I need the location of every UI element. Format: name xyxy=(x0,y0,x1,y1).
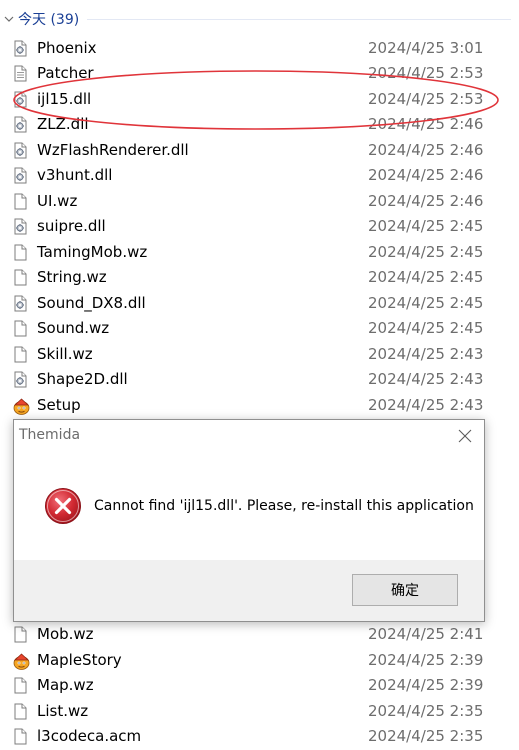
file-date: 2024/4/25 2:46 xyxy=(368,115,484,133)
list-item[interactable]: Patcher 2024/4/25 2:53 xyxy=(0,61,519,86)
blank-file-icon xyxy=(12,269,29,286)
file-date: 2024/4/25 2:43 xyxy=(368,396,484,414)
file-name: l3codeca.acm xyxy=(37,727,142,745)
list-item[interactable]: Skill.wz 2024/4/25 2:43 xyxy=(0,342,519,367)
file-date: 2024/4/25 3:01 xyxy=(368,39,484,57)
file-name: Phoenix xyxy=(37,39,97,57)
file-name: suipre.dll xyxy=(37,217,106,235)
file-date: 2024/4/25 2:35 xyxy=(368,727,484,745)
ok-button[interactable]: 确定 xyxy=(352,574,458,606)
file-name: TamingMob.wz xyxy=(37,243,148,261)
list-item[interactable]: Mob.wz 2024/4/25 2:41 xyxy=(0,622,519,647)
dialog-footer: 确定 xyxy=(14,560,484,621)
group-title: 今天 (39) xyxy=(18,12,80,28)
list-item[interactable]: TamingMob.wz 2024/4/25 2:45 xyxy=(0,240,519,265)
file-date: 2024/4/25 2:39 xyxy=(368,676,484,694)
file-name: UI.wz xyxy=(37,192,78,210)
file-date: 2024/4/25 2:35 xyxy=(368,702,484,720)
blank-file-icon xyxy=(12,677,29,694)
dll-file-icon xyxy=(12,295,29,312)
chevron-down-icon[interactable] xyxy=(4,14,14,24)
file-date: 2024/4/25 2:43 xyxy=(368,345,484,363)
file-name: Sound_DX8.dll xyxy=(37,294,146,312)
maplestory-app-icon xyxy=(12,397,30,415)
file-name: String.wz xyxy=(37,268,107,286)
blank-file-icon xyxy=(12,626,29,643)
maplestory-app-icon xyxy=(12,652,30,670)
list-item[interactable]: v3hunt.dll 2024/4/25 2:46 xyxy=(0,163,519,188)
blank-file-icon xyxy=(12,244,29,261)
list-item[interactable]: MapleStory 2024/4/25 2:39 xyxy=(0,648,519,673)
error-dialog: Themida Cannot find 'ijl15.dll'. Please,… xyxy=(13,419,485,622)
file-name: Patcher xyxy=(37,64,94,82)
file-name: ZLZ.dll xyxy=(37,115,89,133)
list-item[interactable]: String.wz 2024/4/25 2:45 xyxy=(0,265,519,290)
list-item[interactable]: UI.wz 2024/4/25 2:46 xyxy=(0,189,519,214)
file-name: ijl15.dll xyxy=(37,90,92,108)
dll-file-icon xyxy=(12,91,29,108)
list-item[interactable]: Map.wz 2024/4/25 2:39 xyxy=(0,673,519,698)
dll-file-icon xyxy=(12,142,29,159)
file-date: 2024/4/25 2:53 xyxy=(368,64,484,82)
list-item[interactable]: ZLZ.dll 2024/4/25 2:46 xyxy=(0,112,519,137)
list-item[interactable]: List.wz 2024/4/25 2:35 xyxy=(0,699,519,724)
file-name: Mob.wz xyxy=(37,625,94,643)
blank-file-icon xyxy=(12,320,29,337)
dll-file-icon xyxy=(12,167,29,184)
dll-file-icon xyxy=(12,371,29,388)
file-date: 2024/4/25 2:41 xyxy=(368,625,484,643)
file-name: WzFlashRenderer.dll xyxy=(37,141,189,159)
list-item[interactable]: Phoenix 2024/4/25 3:01 xyxy=(0,36,519,61)
file-name: Sound.wz xyxy=(37,319,110,337)
file-date: 2024/4/25 2:45 xyxy=(368,243,484,261)
error-icon xyxy=(44,487,82,525)
list-item[interactable]: Setup 2024/4/25 2:43 xyxy=(0,393,519,418)
file-name: Skill.wz xyxy=(37,345,93,363)
file-name: MapleStory xyxy=(37,651,122,669)
file-date: 2024/4/25 2:43 xyxy=(368,370,484,388)
list-item[interactable]: Shape2D.dll 2024/4/25 2:43 xyxy=(0,367,519,392)
file-date: 2024/4/25 2:53 xyxy=(368,90,484,108)
file-name: Map.wz xyxy=(37,676,94,694)
file-date: 2024/4/25 2:46 xyxy=(368,166,484,184)
file-name: Setup xyxy=(37,396,81,414)
blank-file-icon xyxy=(12,728,29,745)
dll-file-icon xyxy=(12,218,29,235)
generic-file-icon xyxy=(12,65,29,82)
dll-file-icon xyxy=(12,116,29,133)
close-icon[interactable] xyxy=(452,424,478,448)
list-item[interactable]: suipre.dll 2024/4/25 2:45 xyxy=(0,214,519,239)
file-date: 2024/4/25 2:45 xyxy=(368,319,484,337)
list-item[interactable]: Sound_DX8.dll 2024/4/25 2:45 xyxy=(0,291,519,316)
file-name: List.wz xyxy=(37,702,89,720)
file-date: 2024/4/25 2:45 xyxy=(368,294,484,312)
group-divider xyxy=(87,18,511,20)
file-date: 2024/4/25 2:46 xyxy=(368,141,484,159)
list-item[interactable]: ijl15.dll 2024/4/25 2:53 xyxy=(0,87,519,112)
file-date: 2024/4/25 2:45 xyxy=(368,268,484,286)
list-item[interactable]: l3codeca.acm 2024/4/25 2:35 xyxy=(0,724,519,749)
blank-file-icon xyxy=(12,703,29,720)
file-date: 2024/4/25 2:46 xyxy=(368,192,484,210)
blank-file-icon xyxy=(12,346,29,363)
dialog-message: Cannot find 'ijl15.dll'. Please, re-inst… xyxy=(94,498,474,514)
file-name: Shape2D.dll xyxy=(37,370,128,388)
dialog-title: Themida xyxy=(19,427,81,443)
file-date: 2024/4/25 2:45 xyxy=(368,217,484,235)
dll-file-icon xyxy=(12,40,29,57)
group-header-today[interactable]: 今天 (39) xyxy=(0,8,519,30)
list-item[interactable]: Sound.wz 2024/4/25 2:45 xyxy=(0,316,519,341)
blank-file-icon xyxy=(12,193,29,210)
file-date: 2024/4/25 2:39 xyxy=(368,651,484,669)
file-name: v3hunt.dll xyxy=(37,166,113,184)
list-item[interactable]: WzFlashRenderer.dll 2024/4/25 2:46 xyxy=(0,138,519,163)
